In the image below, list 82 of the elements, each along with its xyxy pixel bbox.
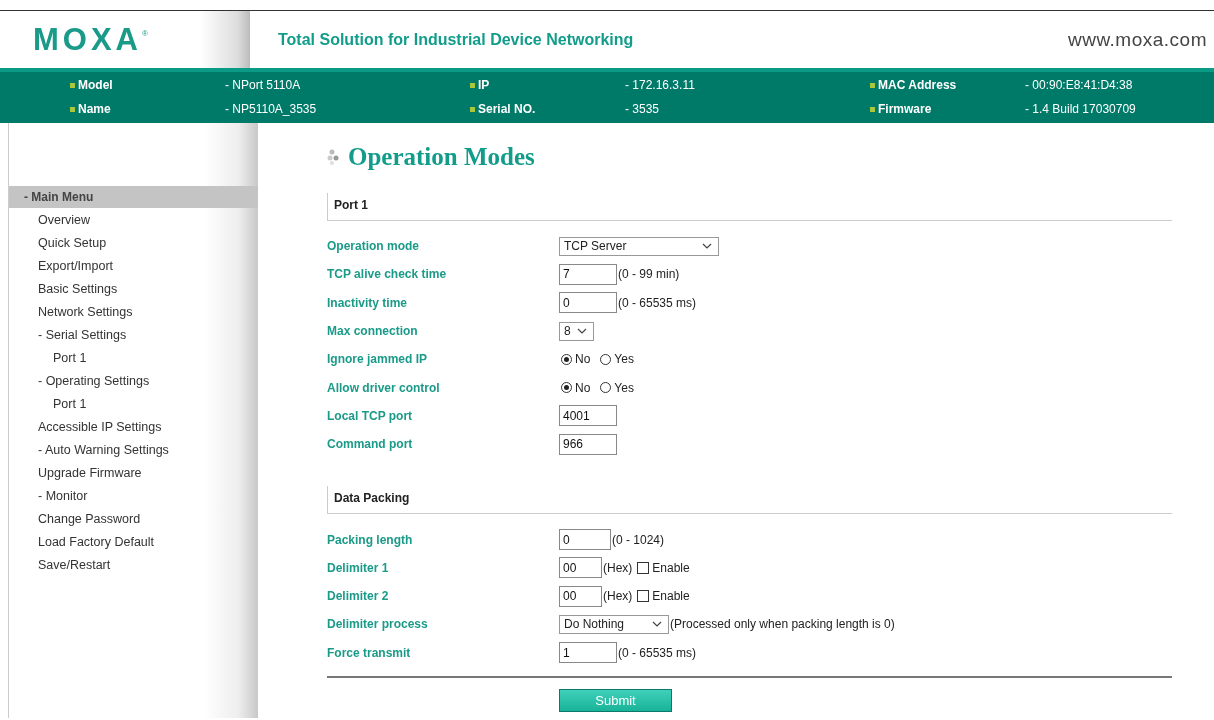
dropdown[interactable]: TCP Server xyxy=(559,236,719,256)
menu-item[interactable]: - Operating Settings xyxy=(9,370,150,393)
info-value: - 3535 xyxy=(625,102,660,116)
info-value: - 00:90:E8:41:D4:38 xyxy=(1025,78,1133,92)
menu-item[interactable]: Load Factory Default xyxy=(9,531,155,554)
field-label: TCP alive check time xyxy=(327,267,448,282)
input-field[interactable]: 0 xyxy=(559,292,617,314)
input-field[interactable]: 1 xyxy=(559,642,617,664)
info-label: IP xyxy=(478,78,491,92)
chevron-down-icon xyxy=(577,328,587,335)
dropdown[interactable]: 8 xyxy=(559,321,594,341)
input-field[interactable]: 00 xyxy=(559,585,602,607)
menu-item[interactable]: Port 1 xyxy=(9,347,87,370)
tagline: Total Solution for Industrial Device Networking xyxy=(278,30,635,49)
section-header: Port 1 xyxy=(327,193,1172,221)
info-label: Model xyxy=(78,78,114,92)
menu-item[interactable]: Upgrade Firmware xyxy=(9,462,142,485)
bullet-icon xyxy=(870,106,875,112)
menu-item[interactable]: Basic Settings xyxy=(9,278,118,301)
radio-option[interactable]: No xyxy=(561,352,591,367)
radio-option[interactable]: No xyxy=(561,380,591,395)
input-field[interactable]: 4001 xyxy=(559,405,617,427)
bullet-icon xyxy=(470,82,475,88)
menu-item[interactable]: - Auto Warning Settings xyxy=(9,439,169,462)
input-field[interactable]: 966 xyxy=(559,433,617,455)
input-field[interactable]: 0 xyxy=(559,529,611,550)
input-field[interactable]: 00 xyxy=(559,557,602,579)
menu-item[interactable]: Quick Setup xyxy=(9,232,107,255)
main-menu-header[interactable]: - Main Menu xyxy=(9,186,258,208)
field-label: Delimiter process xyxy=(327,617,429,632)
enable-checkbox[interactable]: Enable xyxy=(637,589,690,604)
field-label: Local TCP port xyxy=(327,408,414,423)
website-address: www.moxa.com xyxy=(1067,28,1207,51)
hint-text: (0 - 99 min) xyxy=(618,267,680,282)
chevron-down-icon xyxy=(652,621,662,628)
menu-item[interactable]: - Monitor xyxy=(9,485,88,508)
info-value: - 172.16.3.11 xyxy=(625,78,695,92)
field-label: Packing length xyxy=(327,532,414,547)
moxa-logo: MOXA xyxy=(33,21,142,58)
bullet-icon xyxy=(70,82,75,88)
radio-option[interactable]: Yes xyxy=(600,352,634,367)
dropdown[interactable]: Do Nothing xyxy=(559,614,669,634)
field-label: Force transmit xyxy=(327,645,412,660)
menu-item[interactable]: Port 1 xyxy=(9,393,87,416)
page-title: Operation Modes xyxy=(348,143,535,171)
bullet-icon xyxy=(70,106,75,112)
info-label: Firmware xyxy=(878,102,933,116)
hint-text: (0 - 65535 ms) xyxy=(618,295,697,310)
menu-item[interactable]: Export/Import xyxy=(9,255,114,278)
field-label: Max connection xyxy=(327,324,419,339)
hint-text: (0 - 1024) xyxy=(612,532,665,547)
hint-text: (Hex) xyxy=(603,560,633,575)
field-label: Operation mode xyxy=(327,239,420,254)
info-value: - NP5110A_3535 xyxy=(225,102,317,116)
menu-item[interactable]: Change Password xyxy=(9,508,141,531)
info-value: - 1.4 Build 17030709 xyxy=(1025,102,1136,116)
field-label: Ignore jammed IP xyxy=(327,352,429,367)
hint-text: (0 - 65535 ms) xyxy=(618,645,697,660)
hint-text: (Processed only when packing length is 0) xyxy=(670,617,895,632)
info-label: Name xyxy=(78,102,112,116)
info-label: Serial NO. xyxy=(478,102,537,116)
trademark: ® xyxy=(142,29,148,38)
bullet-icon xyxy=(470,106,475,112)
field-label: Command port xyxy=(327,437,414,452)
radio-option[interactable]: Yes xyxy=(600,380,634,395)
field-label: Inactivity time xyxy=(327,295,409,310)
enable-checkbox[interactable]: Enable xyxy=(637,560,690,575)
menu-item[interactable]: - Serial Settings xyxy=(9,324,127,347)
menu-item[interactable]: Accessible IP Settings xyxy=(9,416,162,439)
field-label: Allow driver control xyxy=(327,380,441,395)
menu-item[interactable]: Network Settings xyxy=(9,301,133,324)
hint-text: (Hex) xyxy=(603,589,633,604)
menu-item[interactable]: Overview xyxy=(9,209,91,232)
field-label: Delimiter 1 xyxy=(327,560,390,575)
input-field[interactable]: 7 xyxy=(559,263,617,285)
info-value: - NPort 5110A xyxy=(225,78,301,92)
menu-item[interactable]: Save/Restart xyxy=(9,554,111,577)
info-label: MAC Address xyxy=(878,78,958,92)
bullet-icon xyxy=(870,82,875,88)
section-header: Data Packing xyxy=(327,486,1172,515)
chevron-down-icon xyxy=(702,243,712,250)
field-label: Delimiter 2 xyxy=(327,589,390,604)
